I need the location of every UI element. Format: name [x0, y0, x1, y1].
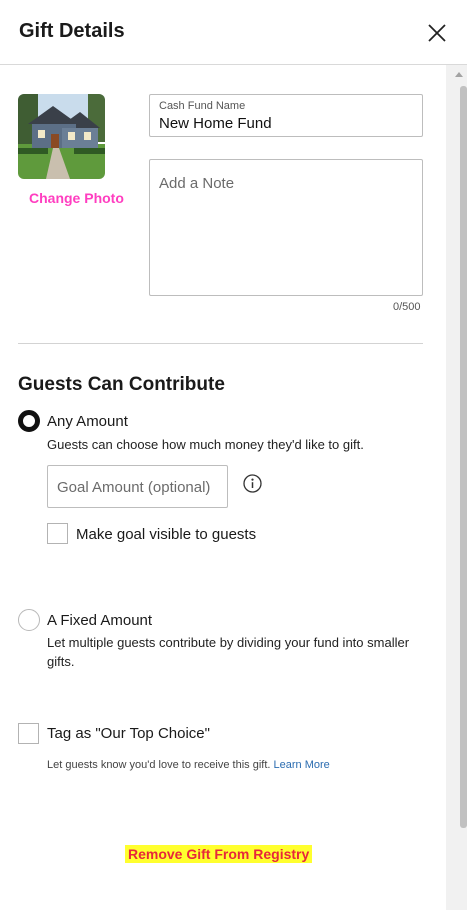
remove-gift-button[interactable]: Remove Gift From Registry	[125, 845, 313, 863]
change-photo-link[interactable]: Change Photo	[29, 190, 124, 206]
goal-amount-input[interactable]: Goal Amount (optional)	[47, 465, 228, 508]
top-choice-description: Let guests know you'd love to receive th…	[47, 759, 330, 771]
cash-fund-name-label: Cash Fund Name	[159, 100, 246, 112]
top-choice-label[interactable]: Tag as "Our Top Choice"	[47, 725, 210, 742]
gift-photo[interactable]	[18, 94, 105, 179]
fixed-amount-description: Let multiple guests contribute by dividi…	[47, 633, 409, 671]
goal-visible-checkbox[interactable]	[47, 523, 68, 544]
modal-header: Gift Details	[0, 0, 467, 65]
info-icon[interactable]	[243, 474, 262, 493]
note-textarea[interactable]: Add a Note	[149, 159, 423, 296]
cash-fund-name-field[interactable]: Cash Fund Name New Home Fund	[149, 94, 423, 137]
any-amount-description: Guests can choose how much money they'd …	[47, 437, 364, 452]
goal-amount-placeholder: Goal Amount (optional)	[57, 479, 211, 496]
modal-title: Gift Details	[19, 20, 125, 42]
learn-more-link[interactable]: Learn More	[274, 759, 330, 771]
note-placeholder: Add a Note	[159, 175, 235, 192]
cash-fund-name-value[interactable]: New Home Fund	[159, 115, 272, 132]
scrollbar-thumb[interactable]	[460, 86, 467, 828]
contribute-section-title: Guests Can Contribute	[18, 374, 225, 395]
top-choice-description-text: Let guests know you'd love to receive th…	[47, 759, 271, 771]
close-icon[interactable]	[426, 22, 448, 44]
any-amount-radio[interactable]	[18, 410, 40, 432]
fixed-amount-label[interactable]: A Fixed Amount	[47, 612, 152, 629]
fixed-amount-description-line-2: gifts.	[47, 654, 75, 669]
any-amount-label[interactable]: Any Amount	[47, 413, 128, 430]
goal-visible-label[interactable]: Make goal visible to guests	[76, 526, 256, 543]
section-divider	[18, 343, 423, 344]
scroll-up-arrow-icon[interactable]	[455, 72, 463, 77]
top-choice-checkbox[interactable]	[18, 723, 39, 744]
fixed-amount-radio[interactable]	[18, 609, 40, 631]
fixed-amount-description-line-1: Let multiple guests contribute by dividi…	[47, 635, 410, 650]
note-char-counter: 0/500	[393, 301, 421, 313]
